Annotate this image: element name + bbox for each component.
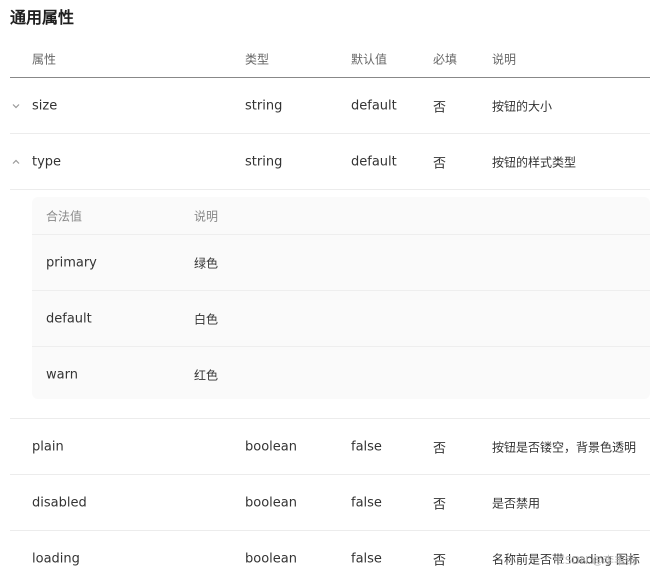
- column-header-value: 合法值: [46, 209, 83, 223]
- value-name: primary: [46, 255, 97, 270]
- table-row-type[interactable]: type string default 否 按钮的样式类型: [10, 134, 650, 190]
- table-header: 属性 类型 默认值 必填 说明: [10, 40, 650, 78]
- prop-desc: 是否禁用: [492, 496, 541, 510]
- prop-type: boolean: [245, 439, 297, 454]
- watermark: CSDN @李丰铜: [557, 554, 636, 567]
- prop-default: false: [351, 495, 382, 510]
- prop-type: string: [245, 154, 283, 169]
- prop-type: string: [245, 98, 283, 113]
- chevron-up-icon[interactable]: [11, 157, 21, 167]
- value-desc: 绿色: [194, 256, 219, 270]
- value-name: default: [46, 311, 92, 326]
- column-header-default: 默认值: [351, 52, 388, 66]
- prop-required: 否: [433, 497, 447, 512]
- prop-required: 否: [433, 441, 447, 456]
- prop-name: size: [32, 98, 58, 113]
- prop-default: default: [351, 98, 397, 113]
- prop-required: 否: [433, 553, 447, 568]
- properties-table: 属性 类型 默认值 必填 说明 size string default 否 按钮…: [10, 40, 650, 586]
- subtable-row: primary 绿色: [32, 235, 650, 291]
- prop-default: false: [351, 551, 382, 566]
- prop-desc: 按钮的样式类型: [492, 155, 577, 169]
- table-row-size[interactable]: size string default 否 按钮的大小: [10, 78, 650, 134]
- table-row-disabled: disabled boolean false 否 是否禁用: [10, 475, 650, 531]
- subtable-row: default 白色: [32, 291, 650, 347]
- column-header-name: 属性: [32, 52, 57, 66]
- column-header-required: 必填: [433, 52, 458, 66]
- subtable-header: 合法值 说明: [32, 197, 650, 235]
- prop-required: 否: [433, 100, 447, 115]
- section-title: 通用属性: [10, 8, 75, 27]
- column-header-desc: 说明: [492, 52, 517, 66]
- column-header-value-desc: 说明: [194, 209, 219, 223]
- prop-required: 否: [433, 156, 447, 171]
- prop-default: default: [351, 154, 397, 169]
- table-row-loading: loading boolean false 否 名称前是否带 loading 图…: [10, 531, 650, 586]
- value-name: warn: [46, 367, 78, 382]
- table-row-plain: plain boolean false 否 按钮是否镂空，背景色透明: [10, 419, 650, 475]
- prop-name: plain: [32, 439, 64, 454]
- prop-desc: 按钮的大小: [492, 99, 553, 113]
- prop-default: false: [351, 439, 382, 454]
- chevron-down-icon[interactable]: [11, 101, 21, 111]
- subtable-row: warn 红色: [32, 347, 650, 399]
- valid-values-table: 合法值 说明 primary 绿色 default 白色 warn 红色: [32, 197, 650, 399]
- prop-name: loading: [32, 551, 80, 566]
- prop-type: boolean: [245, 551, 297, 566]
- prop-name: disabled: [32, 495, 87, 510]
- prop-name: type: [32, 154, 62, 169]
- value-desc: 白色: [194, 312, 219, 326]
- type-values-panel: 合法值 说明 primary 绿色 default 白色 warn 红色: [10, 190, 650, 419]
- prop-type: boolean: [245, 495, 297, 510]
- prop-desc: 按钮是否镂空，背景色透明: [492, 440, 637, 454]
- column-header-type: 类型: [245, 52, 270, 66]
- value-desc: 红色: [194, 368, 219, 382]
